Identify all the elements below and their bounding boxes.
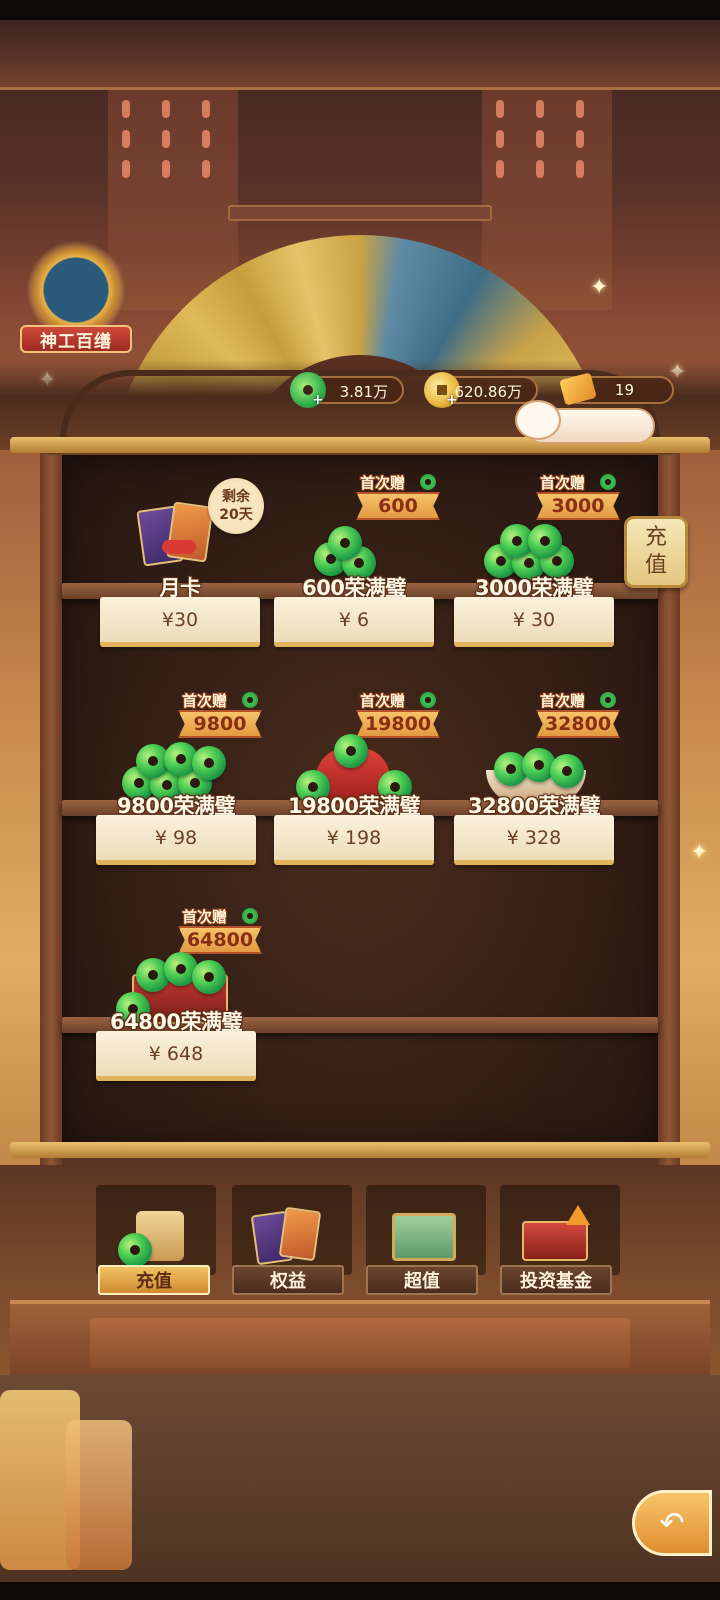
- jade-coin-icon: [600, 692, 616, 708]
- gift-label: 首次赠: [182, 908, 228, 926]
- product-jade-600[interactable]: 首次赠 600 600荣满璧 ¥ 6: [274, 472, 440, 647]
- tab-label: 投资基金: [520, 1271, 592, 1292]
- sparkle-icon: ✦: [690, 840, 709, 865]
- gift-label: 首次赠: [360, 692, 406, 710]
- tab-value[interactable]: 超值: [366, 1265, 478, 1295]
- price-button[interactable]: ¥ 98: [96, 815, 256, 865]
- gold-coin-value: 620.86万: [454, 383, 523, 401]
- cabinet-post-left: [40, 455, 62, 1165]
- price-button[interactable]: ¥ 198: [274, 815, 434, 865]
- product-jade-19800[interactable]: 首次赠 19800 19800荣满璧 ¥ 198: [274, 690, 440, 865]
- status-bar: [0, 0, 720, 20]
- sleeping-cat-decoration: [515, 388, 665, 458]
- remain-label: 剩余: [222, 489, 250, 505]
- cabinet-bottom-rail: [10, 1142, 710, 1158]
- jade-coin-icon: [600, 474, 616, 490]
- gift-label: 首次赠: [182, 692, 228, 710]
- jade-coin-value: 3.81万: [339, 383, 388, 401]
- price-label: ¥30: [161, 608, 199, 631]
- product-jade-32800[interactable]: 首次赠 32800 32800荣满璧 ¥ 328: [454, 690, 620, 865]
- price-button[interactable]: ¥ 648: [96, 1031, 256, 1081]
- jade-coin-icon: [420, 692, 436, 708]
- sparkle-icon: ✦: [590, 275, 609, 300]
- product-jade-9800[interactable]: 首次赠 9800 9800荣满璧 ¥ 98: [96, 690, 262, 865]
- gift-label: 首次赠: [540, 692, 586, 710]
- price-button[interactable]: ¥30: [100, 597, 260, 647]
- product-jade-64800[interactable]: 首次赠 64800 64800荣满璧 ¥ 648: [96, 906, 262, 1081]
- back-button[interactable]: ↶: [632, 1490, 712, 1556]
- jade-coin-icon: [420, 474, 436, 490]
- price-label: ¥ 648: [148, 1042, 204, 1065]
- price-button[interactable]: ¥ 328: [454, 815, 614, 865]
- hanging-rail: [228, 205, 492, 221]
- back-arrow-icon: ↶: [659, 1505, 685, 1541]
- gift-label: 首次赠: [540, 474, 586, 492]
- product-jade-3000[interactable]: 首次赠 3000 3000荣满璧 ¥ 30: [454, 472, 620, 647]
- price-label: ¥ 6: [338, 608, 370, 631]
- currency-jade[interactable]: + 3.81万: [290, 372, 404, 408]
- price-label: ¥ 198: [326, 826, 382, 849]
- investment-chest-icon: [516, 1205, 596, 1265]
- roof-beam: [0, 20, 720, 90]
- tab-privilege[interactable]: 权益: [232, 1265, 344, 1295]
- tab-label: 超值: [404, 1271, 440, 1292]
- bottom-bar: [0, 1582, 720, 1600]
- gift-box-icon: [384, 1205, 464, 1265]
- shop-scene: ✦ ✦ ✦ ✦ 神工百缮 + 3.81万 + 620.86万 19: [0, 0, 720, 1600]
- gift-label: 首次赠: [360, 474, 406, 492]
- plinth-panel: [90, 1318, 630, 1368]
- recharge-side-line1: 充: [644, 525, 667, 550]
- plus-icon: +: [312, 392, 324, 408]
- emblem-label: 神工百缮: [20, 325, 132, 353]
- remain-days: 20天: [219, 507, 253, 523]
- price-button[interactable]: ¥ 30: [454, 597, 614, 647]
- tab-label: 充值: [136, 1271, 172, 1292]
- jade-coin-icon: [242, 692, 258, 708]
- lantern-decoration: [66, 1420, 132, 1570]
- event-emblem[interactable]: 神工百缮: [20, 230, 132, 360]
- product-monthly-card[interactable]: 剩余 20天 月卡 ¥30: [100, 472, 264, 647]
- privilege-cards-icon: [250, 1205, 330, 1266]
- recharge-side-button[interactable]: 充 值: [624, 516, 688, 588]
- price-label: ¥ 328: [506, 826, 562, 849]
- tab-investment-fund[interactable]: 投资基金: [500, 1265, 612, 1295]
- recharge-bag-icon: [112, 1205, 192, 1267]
- tab-recharge[interactable]: 充值: [98, 1265, 210, 1295]
- jade-coin-icon: [242, 908, 258, 924]
- recharge-side-line2: 值: [644, 553, 667, 578]
- price-label: ¥ 98: [154, 826, 198, 849]
- remain-days-badge: 剩余 20天: [208, 478, 264, 534]
- price-button[interactable]: ¥ 6: [274, 597, 434, 647]
- tab-label: 权益: [270, 1271, 306, 1292]
- price-label: ¥ 30: [512, 608, 556, 631]
